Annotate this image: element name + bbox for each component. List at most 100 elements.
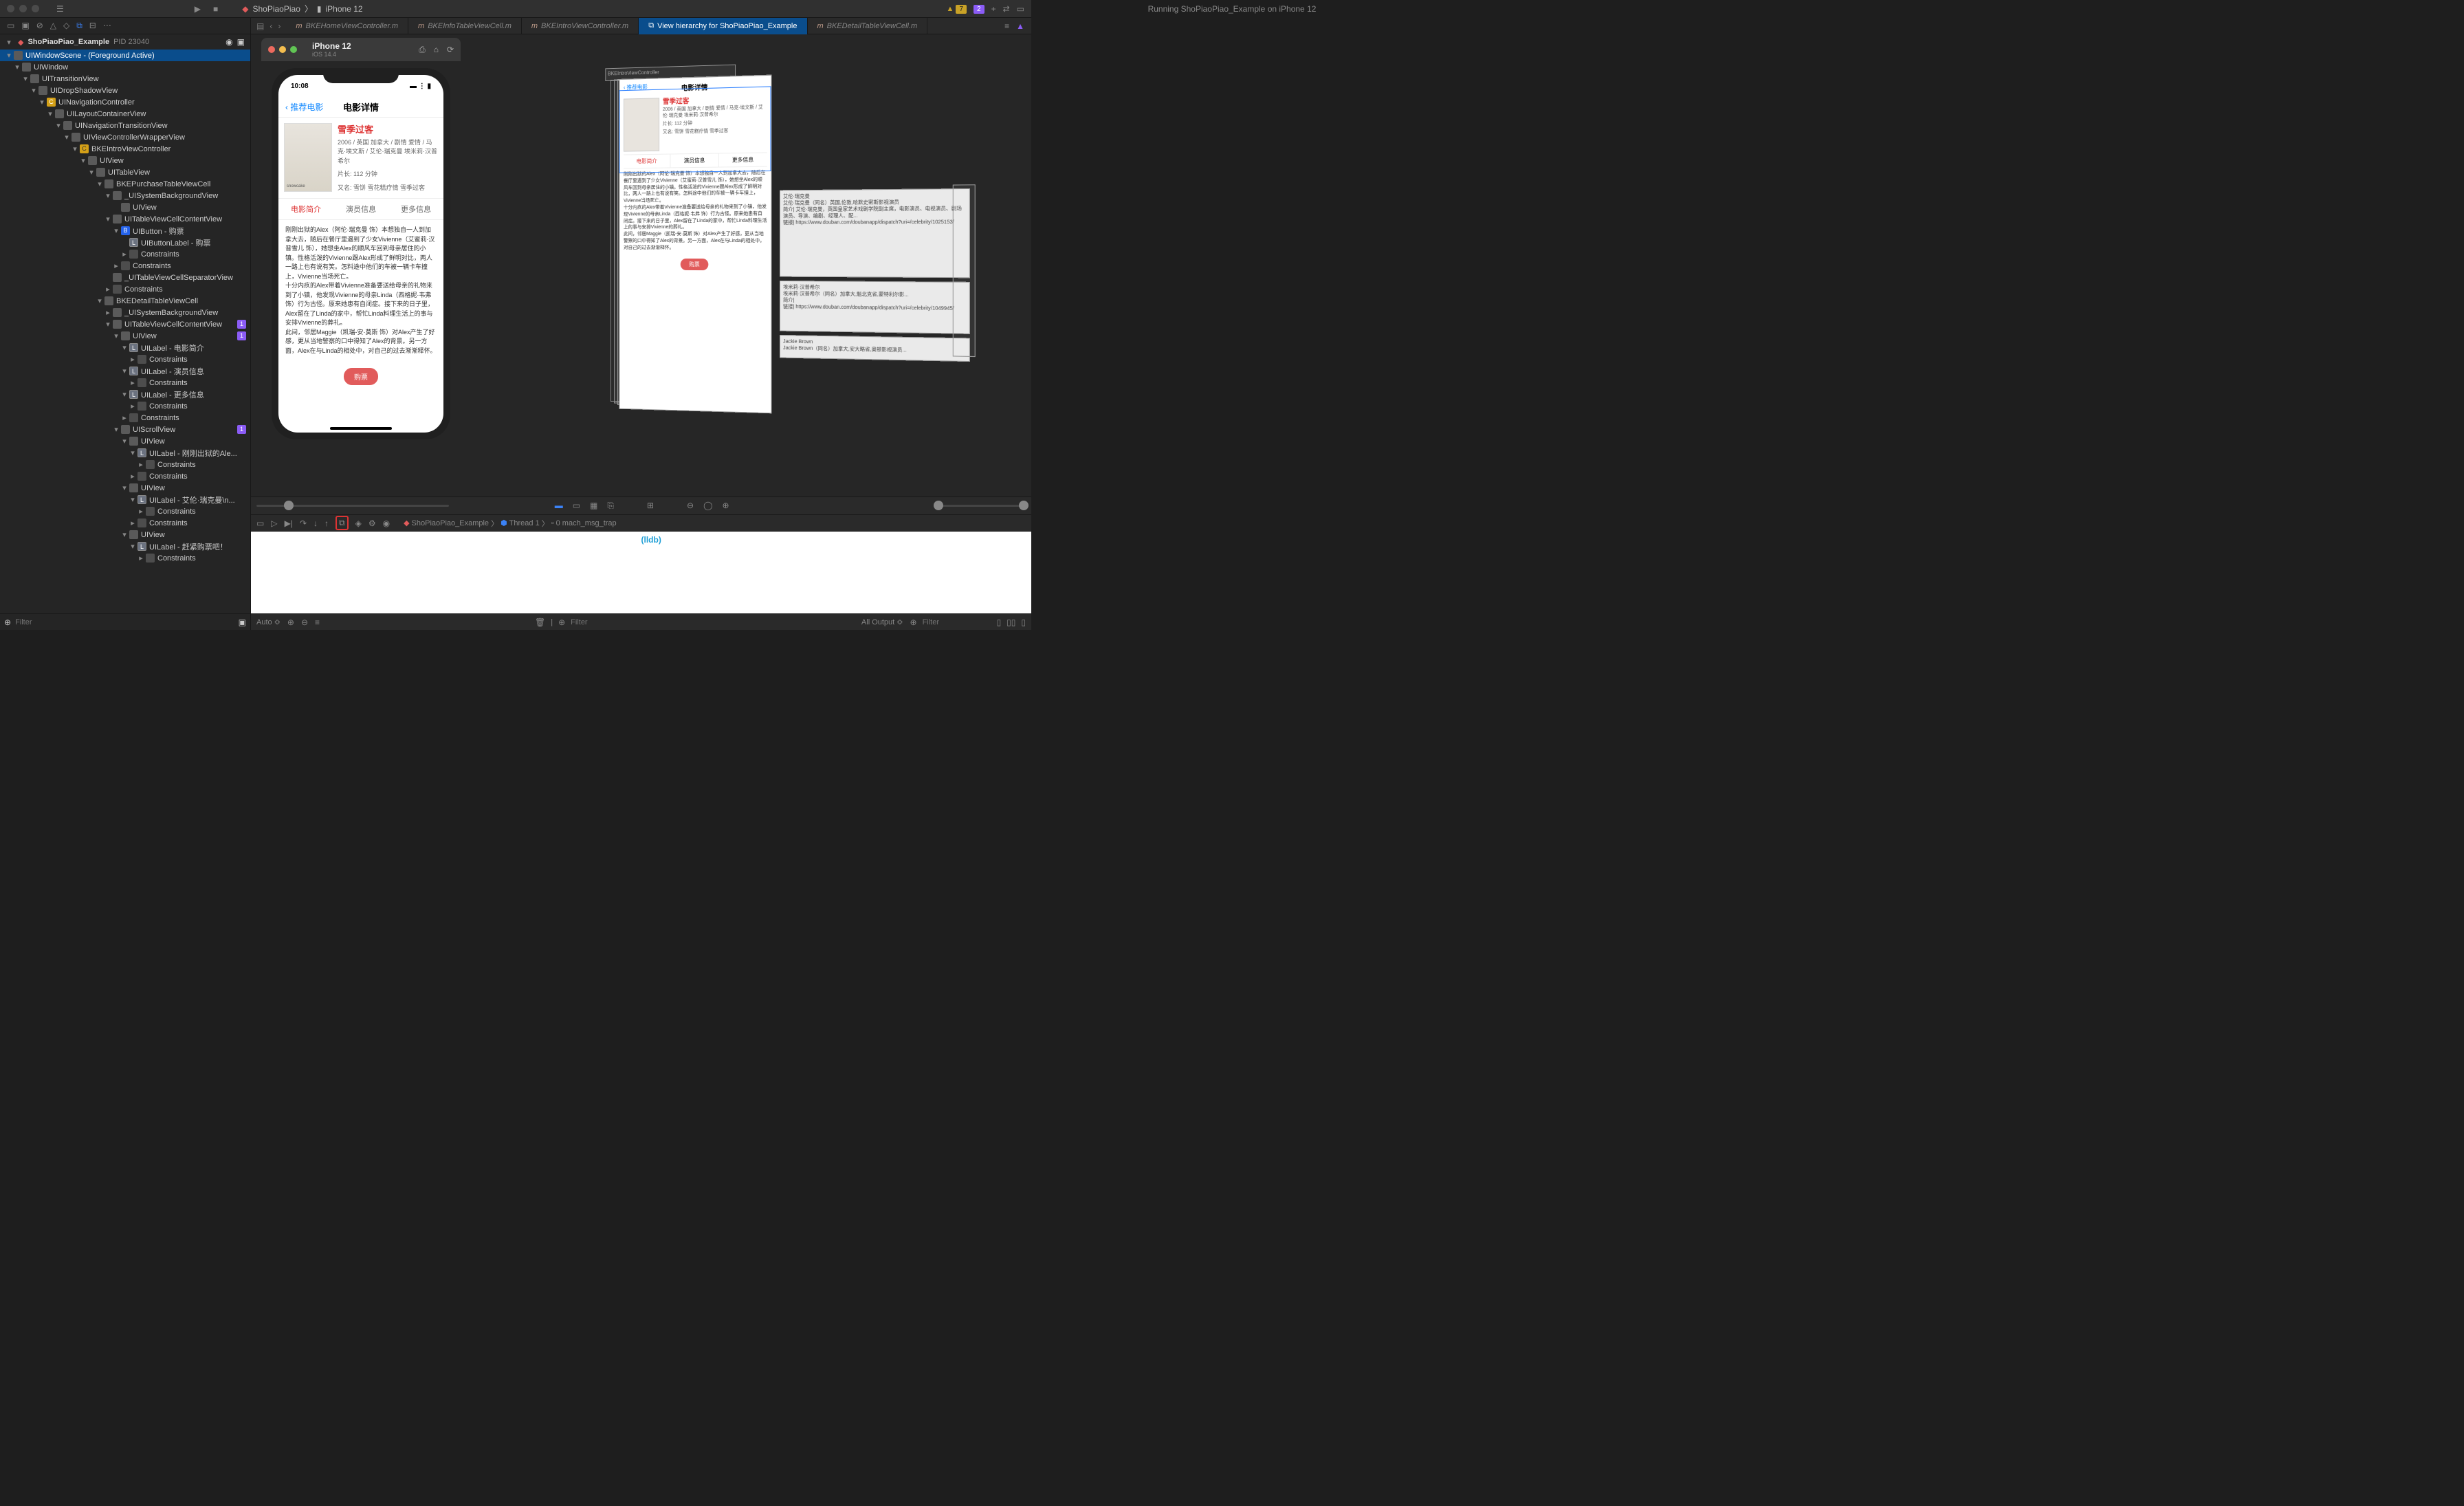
tree-node[interactable]: ▾_UISystemBackgroundView — [0, 190, 250, 201]
disclosure-icon[interactable]: ▾ — [113, 425, 120, 434]
tree-node[interactable]: ▾UIView — [0, 155, 250, 166]
zoom-out-icon[interactable]: ⊖ — [687, 501, 694, 511]
tree-node[interactable]: ▾UINavigationTransitionView — [0, 120, 250, 131]
filter-scope-icon[interactable]: ▣ — [239, 618, 246, 627]
run-target[interactable]: ◆ ShoPiaoPiao 〉 ▮ iPhone 12 — [242, 3, 362, 14]
disclosure-icon[interactable]: ▾ — [22, 74, 29, 83]
tree-node[interactable]: ▾UITableViewCellContentView — [0, 213, 250, 225]
run-button-icon[interactable]: ▶ — [195, 4, 201, 14]
fullscreen-icon[interactable] — [290, 46, 297, 53]
navigator-filter-input[interactable] — [15, 618, 234, 626]
zoom-in-icon[interactable]: ⊕ — [723, 501, 729, 511]
step-out-icon[interactable]: ↑ — [324, 519, 329, 528]
tree-node[interactable]: ▾LUILabel - 艾伦·瑞克曼\n... — [0, 494, 250, 505]
back-icon[interactable]: ‹ — [270, 21, 272, 31]
tree-node[interactable]: ▾LUILabel - 电影简介 — [0, 342, 250, 353]
nav-icon[interactable]: ⊟ — [89, 21, 96, 31]
mode-icon[interactable]: ▭ — [573, 501, 580, 511]
spacing-slider[interactable] — [256, 505, 449, 507]
memory-graph-icon[interactable]: ◈ — [355, 519, 362, 528]
disclosure-icon[interactable]: ▸ — [121, 413, 128, 422]
editor-tab[interactable]: mBKEHomeViewController.m — [286, 18, 408, 34]
tree-node[interactable]: ▾LUILabel - 赶紧购票吧！ — [0, 541, 250, 552]
disclosure-icon[interactable]: ▾ — [14, 63, 21, 72]
disclosure-icon[interactable]: ▾ — [104, 215, 111, 223]
tree-node[interactable]: ▾UIView — [0, 435, 250, 447]
disclosure-icon[interactable]: ▸ — [113, 261, 120, 270]
disclosure-icon[interactable]: ▸ — [138, 554, 144, 563]
tree-node[interactable]: ▾LUILabel - 更多信息 — [0, 389, 250, 400]
disclosure-icon[interactable]: ▾ — [121, 390, 128, 399]
tree-node[interactable]: ▸Constraints — [0, 470, 250, 482]
step-in-icon[interactable]: ↓ — [314, 519, 318, 528]
close-icon[interactable] — [268, 46, 275, 53]
layer-selected[interactable] — [619, 86, 771, 173]
tree-node[interactable]: ▸Constraints — [0, 517, 250, 529]
exploded-3d-view[interactable]: BKEIntroViewController ‹ 推荐电影 电影详情 雪季过客 … — [553, 48, 980, 433]
swap-icon[interactable]: ⇄ — [1003, 4, 1010, 14]
tree-node[interactable]: ▸Constraints — [0, 505, 250, 517]
eye-icon[interactable]: ◉ — [226, 37, 232, 47]
disclosure-icon[interactable]: ▸ — [121, 250, 128, 259]
phone-screen[interactable]: 10:08 ▬ ⋮ ▮ ‹ 推荐电影 电影详情 snowcake 雪季过客 20… — [278, 75, 443, 433]
simulator-titlebar[interactable]: iPhone 12 iOS 14.4 ⎙ ⌂ ⟳ — [261, 38, 461, 61]
mode-icon[interactable]: ▦ — [590, 501, 597, 511]
rotate-icon[interactable]: ⟳ — [447, 45, 454, 55]
disclosure-icon[interactable]: ▾ — [63, 133, 70, 142]
tree-node[interactable]: ▾UIWindowScene - (Foreground Active) — [0, 50, 250, 61]
disclosure-icon[interactable]: ▸ — [129, 519, 136, 527]
console-filter-input[interactable] — [923, 618, 991, 626]
side-panel[interactable]: 埃米莉·汉普希尔 埃米莉·汉普希尔（同名）加拿大,魁北克省,蒙特利尔影... 简… — [780, 281, 970, 334]
trash-icon[interactable]: 🗑 — [535, 618, 545, 627]
editor-tab[interactable]: mBKEInfoTableViewCell.m — [408, 18, 522, 34]
disclosure-icon[interactable]: ▾ — [47, 109, 54, 118]
variables-view[interactable] — [251, 532, 636, 613]
disclosure-icon[interactable]: ▾ — [121, 367, 128, 375]
range-slider[interactable] — [936, 505, 1026, 507]
tree-node[interactable]: ▾UITableView — [0, 166, 250, 178]
disclosure-icon[interactable]: ▾ — [104, 320, 111, 329]
nav-icon[interactable]: ◇ — [63, 21, 69, 31]
zoom-reset-icon[interactable]: ◯ — [703, 501, 712, 511]
hide-debug-icon[interactable]: ▭ — [256, 519, 264, 528]
tree-node[interactable]: ▸_UISystemBackgroundView — [0, 307, 250, 318]
disclosure-icon[interactable]: ▾ — [38, 98, 45, 107]
disclosure-icon[interactable]: ▾ — [6, 38, 12, 47]
tree-node[interactable]: ▸Constraints — [0, 377, 250, 389]
issue-badge[interactable]: 1 — [237, 331, 246, 340]
tree-node[interactable]: ▸Constraints — [0, 552, 250, 564]
tree-node[interactable]: ▾UIView — [0, 529, 250, 541]
disclosure-icon[interactable]: ▾ — [121, 483, 128, 492]
tree-node[interactable]: ▾UIWindow — [0, 61, 250, 73]
tree-node[interactable]: ▾LUILabel - 演员信息 — [0, 365, 250, 377]
disclosure-icon[interactable]: ▾ — [129, 448, 136, 457]
side-panel[interactable]: 艾伦·瑞克曼 艾伦·瑞克曼（同名）英国,伦敦,哈默史密斯影视演员 简介| 艾伦·… — [780, 188, 970, 278]
disclosure-icon[interactable]: ▾ — [6, 51, 12, 60]
tree-node[interactable]: ▸Constraints — [0, 412, 250, 424]
tree-node[interactable]: ▾UIScrollView1 — [0, 424, 250, 435]
disclosure-icon[interactable]: ▾ — [121, 437, 128, 446]
panel-icon[interactable]: ▭ — [1017, 4, 1024, 14]
tab-more[interactable]: 更多信息 — [388, 199, 443, 219]
disclosure-icon[interactable]: ▾ — [30, 86, 37, 95]
warning-badge[interactable]: ▲ 7 — [947, 5, 967, 13]
nav-icon[interactable]: ⊘ — [36, 21, 43, 31]
panel-icon[interactable]: ▯ — [997, 618, 1002, 627]
fullscreen-icon[interactable] — [32, 5, 39, 12]
disclosure-icon[interactable]: ▾ — [121, 530, 128, 539]
icon[interactable]: ⊕ — [287, 618, 294, 627]
panel-icon[interactable]: ▯ — [1021, 618, 1026, 627]
tree-node[interactable]: ▾LUILabel - 刚刚出狱的Ale... — [0, 447, 250, 459]
close-icon[interactable] — [7, 5, 14, 12]
related-items-icon[interactable]: ▤ — [256, 21, 264, 31]
tree-node[interactable]: ▸Constraints — [0, 260, 250, 272]
tab-cast[interactable]: 演员信息 — [333, 199, 388, 219]
icon[interactable]: ⊖ — [301, 618, 308, 627]
output-selector[interactable]: All Output ≎ — [861, 618, 903, 626]
step-over-icon[interactable]: ↷ — [300, 519, 307, 528]
tree-node[interactable]: ▾UITableViewCellContentView1 — [0, 318, 250, 330]
issue-badge[interactable]: 1 — [237, 320, 246, 329]
view-debugger-canvas[interactable]: iPhone 12 iOS 14.4 ⎙ ⌂ ⟳ 10:08 ▬ ⋮ ▮ — [251, 34, 1031, 496]
tree-node[interactable]: ▾UILayoutContainerView — [0, 108, 250, 120]
view-debug-icon[interactable]: ⧉ — [336, 516, 349, 530]
